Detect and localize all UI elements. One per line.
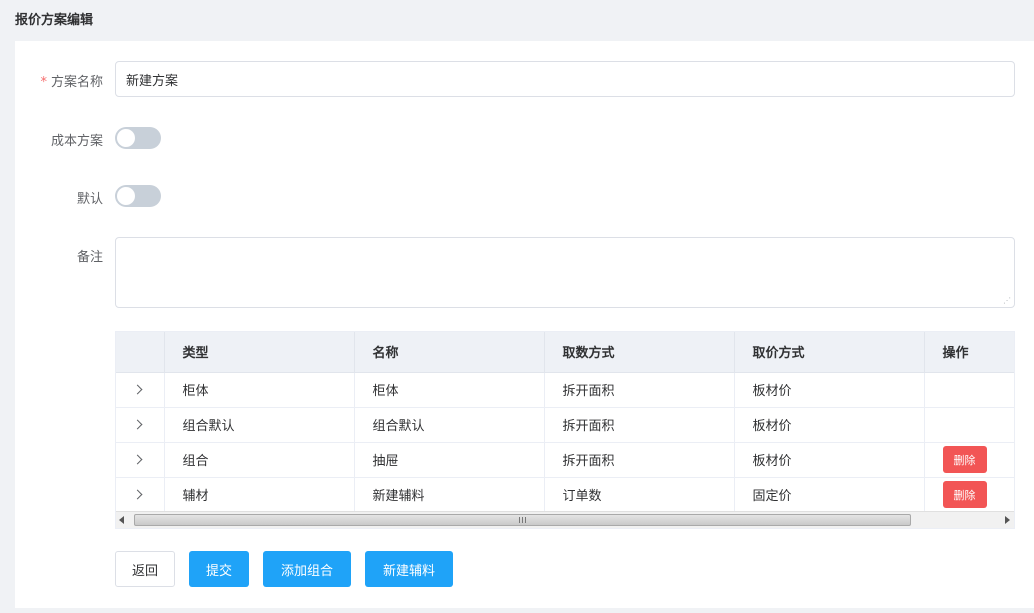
name-label: * 方案名称	[15, 71, 103, 90]
cell-price: 板材价	[734, 442, 925, 478]
cell-name: 抽屉	[354, 442, 545, 478]
scheme-table: 类型 名称 取数方式 取价方式 操作 柜体 柜体 拆开面积 板材价 组合默认 组…	[115, 331, 1015, 529]
form-card: *方案名称 成本方案 默认 备注 ⋰ 类型 名称 取数方式	[15, 41, 1034, 608]
delete-button[interactable]: 删除	[942, 446, 987, 473]
cell-action	[924, 372, 1014, 408]
expand-toggle[interactable]	[116, 372, 165, 408]
cell-type: 组合默认	[164, 407, 355, 443]
expand-toggle[interactable]	[116, 442, 165, 478]
new-material-button[interactable]: 新建辅料	[365, 551, 453, 587]
cell-type: 组合	[164, 442, 355, 478]
cost-switch[interactable]	[115, 127, 161, 149]
cell-fetch: 订单数	[544, 477, 735, 513]
grip-icon	[519, 517, 526, 523]
expand-toggle[interactable]	[116, 477, 165, 513]
switch-knob	[117, 129, 135, 147]
cell-name: 柜体	[354, 372, 545, 408]
header-price: 取价方式	[734, 332, 925, 373]
chevron-right-icon	[132, 419, 143, 430]
switch-knob	[117, 187, 135, 205]
header-fetch: 取数方式	[544, 332, 735, 373]
required-mark: *	[40, 75, 47, 90]
horizontal-scrollbar[interactable]	[116, 511, 1014, 528]
cell-fetch: 拆开面积	[544, 407, 735, 443]
page-title: 报价方案编辑	[15, 13, 94, 28]
cell-type: 柜体	[164, 372, 355, 408]
header-type: 类型	[164, 332, 355, 373]
chevron-right-icon	[132, 489, 143, 500]
cell-price: 板材价	[734, 407, 925, 443]
table-row: 柜体 柜体 拆开面积 板材价	[116, 372, 1014, 408]
scroll-left-icon[interactable]	[119, 516, 124, 524]
table-row: 辅材 新建辅料 订单数 固定价 删除	[116, 477, 1014, 513]
header-name: 名称	[354, 332, 545, 373]
scroll-right-icon[interactable]	[1005, 516, 1010, 524]
cell-fetch: 拆开面积	[544, 372, 735, 408]
cell-action: 删除	[924, 442, 1014, 478]
default-label: 默认	[76, 192, 103, 207]
header-expand	[116, 332, 165, 373]
cell-type: 辅材	[164, 477, 355, 513]
table-row: 组合默认 组合默认 拆开面积 板材价	[116, 407, 1014, 443]
cell-action: 删除	[924, 477, 1014, 513]
scrollbar-thumb[interactable]	[134, 514, 911, 526]
remark-label: 备注	[76, 250, 103, 265]
delete-button[interactable]: 删除	[942, 481, 987, 508]
resize-handle-icon[interactable]: ⋰	[1003, 296, 1012, 305]
cell-name: 新建辅料	[354, 477, 545, 513]
add-group-button[interactable]: 添加组合	[263, 551, 351, 587]
submit-button[interactable]: 提交	[189, 551, 249, 587]
cell-action	[924, 407, 1014, 443]
name-input[interactable]	[115, 61, 1015, 97]
chevron-right-icon	[132, 384, 143, 395]
name-label-text: 方案名称	[50, 75, 103, 90]
default-switch[interactable]	[115, 185, 161, 207]
back-button[interactable]: 返回	[115, 551, 175, 587]
table-header-row: 类型 名称 取数方式 取价方式 操作	[116, 332, 1014, 373]
table-row: 组合 抽屉 拆开面积 板材价 删除	[116, 442, 1014, 478]
chevron-right-icon	[132, 454, 143, 465]
cell-price: 板材价	[734, 372, 925, 408]
expand-toggle[interactable]	[116, 407, 165, 443]
cost-label: 成本方案	[50, 134, 103, 149]
cell-price: 固定价	[734, 477, 925, 513]
header-action: 操作	[924, 332, 1014, 373]
cell-name: 组合默认	[354, 407, 545, 443]
remark-textarea[interactable]	[115, 237, 1015, 308]
cell-fetch: 拆开面积	[544, 442, 735, 478]
